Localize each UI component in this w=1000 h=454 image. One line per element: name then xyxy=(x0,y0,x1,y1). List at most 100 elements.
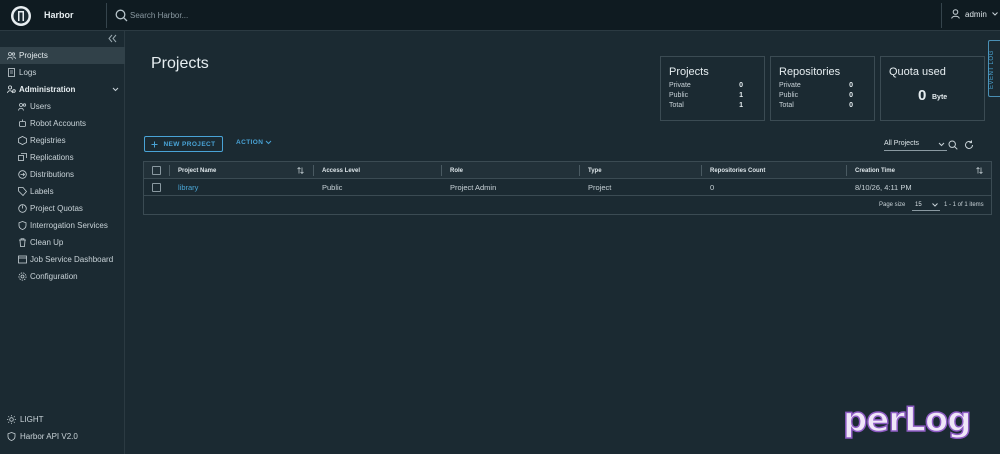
sidebar-item-replications[interactable]: Replications xyxy=(0,149,125,166)
watermark-logo: perLog xyxy=(842,399,972,441)
collapse-sidebar-icon[interactable] xyxy=(108,34,117,43)
user-icon xyxy=(951,9,960,19)
sidebar-item-label: Distributions xyxy=(30,170,75,179)
sidebar-item-project-quotas[interactable]: Project Quotas xyxy=(0,200,125,217)
harbor-api-link[interactable]: Harbor API V2.0 xyxy=(7,432,78,441)
action-dropdown[interactable]: ACTION xyxy=(236,139,272,146)
sidebar-item-label: Logs xyxy=(19,68,37,77)
quota-icon xyxy=(18,204,27,213)
sidebar-item-label: Users xyxy=(30,102,51,111)
logs-icon xyxy=(8,68,15,77)
stat-label: Public xyxy=(779,92,799,99)
sort-icon[interactable] xyxy=(976,167,983,174)
stat-label: Total xyxy=(779,102,794,109)
sidebar-item-label: Job Service Dashboard xyxy=(30,255,114,264)
sidebar-item-distributions[interactable]: Distributions xyxy=(0,166,125,183)
chevron-down-icon xyxy=(991,12,998,16)
harbor-logo-icon[interactable] xyxy=(11,6,31,26)
stat-label: Private xyxy=(669,82,691,89)
brand-name[interactable]: Harbor xyxy=(44,10,74,20)
sidebar-item-projects[interactable]: Projects xyxy=(0,47,125,64)
column-separator xyxy=(701,165,702,176)
stat-value: 0 xyxy=(849,92,853,99)
projects-icon xyxy=(7,52,16,60)
projects-table: Project Name Access Level Role Type Repo… xyxy=(143,161,992,215)
chevron-down-icon xyxy=(112,87,119,92)
type-cell: Project xyxy=(588,183,612,192)
sidebar: Projects Logs Administration Users Robot… xyxy=(0,31,125,454)
event-log-tab[interactable]: EVENT LOG xyxy=(988,40,1000,97)
search-icon[interactable] xyxy=(948,140,958,150)
filter-value: All Projects xyxy=(884,140,920,147)
user-menu[interactable]: admin xyxy=(951,9,998,19)
shield-icon xyxy=(18,221,27,230)
theme-toggle[interactable]: LIGHT xyxy=(7,415,44,424)
header-divider xyxy=(106,3,107,28)
sidebar-group-administration[interactable]: Administration xyxy=(0,81,125,98)
trash-icon xyxy=(19,238,26,247)
sidebar-item-clean-up[interactable]: Clean Up xyxy=(0,234,125,251)
stat-value: 0 xyxy=(739,82,743,89)
chevron-down-icon xyxy=(932,203,938,207)
pagination-info: 1 - 1 of 1 items xyxy=(944,202,984,208)
new-project-button[interactable]: NEW PROJECT xyxy=(144,136,223,152)
repositories-count-cell: 0 xyxy=(710,183,715,192)
search-icon[interactable] xyxy=(115,9,128,22)
page-size-value: 15 xyxy=(915,202,922,208)
robot-icon xyxy=(19,119,26,127)
column-header-role[interactable]: Role xyxy=(450,162,463,179)
stat-label: Public xyxy=(669,92,689,99)
column-header-type[interactable]: Type xyxy=(588,162,602,179)
stat-row: Private 0 xyxy=(779,82,869,89)
sidebar-item-robot-accounts[interactable]: Robot Accounts xyxy=(0,115,125,132)
top-header: Harbor admin xyxy=(0,0,1000,31)
header-divider xyxy=(941,3,942,28)
sort-icon[interactable] xyxy=(297,167,304,174)
chevron-down-icon xyxy=(265,140,272,145)
stat-value: 1 xyxy=(739,92,743,99)
project-name-link[interactable]: library xyxy=(178,179,198,196)
registries-icon xyxy=(18,136,27,145)
column-header-access-level[interactable]: Access Level xyxy=(322,162,360,179)
sidebar-item-labels[interactable]: Labels xyxy=(0,183,125,200)
quota-unit: Byte xyxy=(932,94,948,101)
new-project-label: NEW PROJECT xyxy=(163,140,216,148)
card-title: Quota used xyxy=(889,66,946,78)
stat-label: Total xyxy=(669,102,684,109)
page-title: Projects xyxy=(151,55,209,72)
select-all-checkbox[interactable] xyxy=(152,166,161,175)
sidebar-item-registries[interactable]: Registries xyxy=(0,132,125,149)
label-icon xyxy=(18,187,27,196)
page-size-select[interactable]: 15 xyxy=(912,200,940,211)
sidebar-item-job-service-dashboard[interactable]: Job Service Dashboard xyxy=(0,251,125,268)
table-header: Project Name Access Level Role Type Repo… xyxy=(144,162,991,179)
refresh-icon[interactable] xyxy=(964,140,974,150)
sidebar-item-logs[interactable]: Logs xyxy=(0,64,125,81)
table-row[interactable]: library Public Project Admin Project 0 8… xyxy=(144,179,991,196)
project-filter-select[interactable]: All Projects xyxy=(884,140,947,151)
stat-value: 0 xyxy=(849,102,853,109)
stat-label: Private xyxy=(779,82,801,89)
sidebar-item-label: Interrogation Services xyxy=(30,221,108,230)
user-name: admin xyxy=(965,9,987,19)
row-checkbox[interactable] xyxy=(152,183,161,192)
projects-summary-card: Projects Private 0 Public 1 Total 1 xyxy=(660,56,765,121)
column-separator xyxy=(441,165,442,176)
column-separator xyxy=(169,165,170,176)
stat-row: Total 0 xyxy=(779,102,869,109)
search-input[interactable] xyxy=(130,9,280,22)
sidebar-item-interrogation-services[interactable]: Interrogation Services xyxy=(0,217,125,234)
sidebar-item-configuration[interactable]: Configuration xyxy=(0,268,125,285)
gear-icon xyxy=(18,272,27,281)
column-header-creation-time[interactable]: Creation Time xyxy=(855,162,895,179)
sidebar-item-label: Projects xyxy=(19,51,48,60)
column-header-repositories-count[interactable]: Repositories Count xyxy=(710,162,765,179)
column-separator xyxy=(579,165,580,176)
quota-value: 0 xyxy=(918,87,927,104)
plus-icon xyxy=(151,141,158,147)
column-header-project-name[interactable]: Project Name xyxy=(178,162,216,179)
stat-value: 0 xyxy=(849,82,853,89)
theme-toggle-label: LIGHT xyxy=(20,415,44,424)
sidebar-item-users[interactable]: Users xyxy=(0,98,125,115)
sun-icon xyxy=(7,415,16,424)
